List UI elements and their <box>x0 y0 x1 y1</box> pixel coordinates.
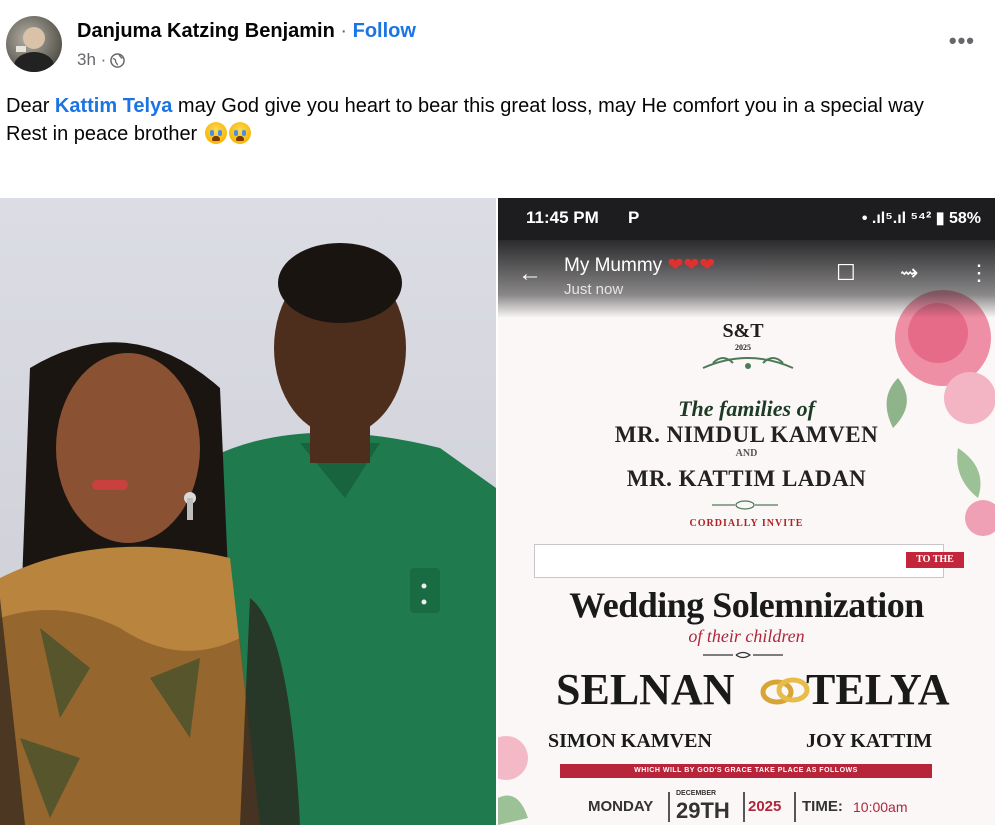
chat-name-text: My Mummy <box>564 255 663 276</box>
family-2-name: MR. KATTIM LADAN <box>626 466 867 491</box>
chat-header: ← My Mummy ❤❤❤ Just now ☐ ⇝ ⋮ <box>498 240 995 318</box>
follows-banner: WHICH WILL BY GOD'S GRACE TAKE PLACE AS … <box>560 764 932 778</box>
event-title: Wedding Solemnization <box>569 585 924 625</box>
bride-name: JOY KATTIM <box>806 730 933 752</box>
post-header: Danjuma Katzing Benjamin · Follow 3h · •… <box>0 0 995 90</box>
couple-photo-illustration <box>0 243 496 825</box>
author-name[interactable]: Danjuma Katzing Benjamin <box>77 20 335 42</box>
post-meta: 3h · <box>77 50 126 70</box>
invitation-screenshot[interactable]: 11:45 PM P • .ıl⁵.ıl ⁵⁴² ▮ 58% ← My Mumm… <box>498 198 995 825</box>
back-arrow-icon[interactable]: ← <box>518 260 542 288</box>
bookmark-icon[interactable]: ☐ <box>836 260 856 286</box>
globe-icon <box>110 52 126 68</box>
time-value: 10:00am <box>853 799 908 815</box>
menu-icon[interactable]: ⋮ <box>968 260 990 286</box>
forward-icon[interactable]: ⇝ <box>900 260 918 286</box>
post-text: Dear Kattim Telya may God give you heart… <box>6 92 986 148</box>
crying-emoji-icon <box>204 122 227 144</box>
post-paragraph-1: Dear Kattim Telya may God give you heart… <box>6 92 986 120</box>
author-line: Danjuma Katzing Benjamin · Follow <box>77 18 416 44</box>
to-the-label: TO THE <box>906 552 964 568</box>
flourish-icon <box>703 651 783 659</box>
follow-link[interactable]: Follow <box>353 20 416 42</box>
wedding-rings-icon <box>760 677 810 705</box>
divider <box>668 792 670 822</box>
post-time[interactable]: 3h · <box>77 50 106 70</box>
signal-battery-indicators: • .ıl⁵.ıl ⁵⁴² ▮ 58% <box>861 210 981 227</box>
monogram-text: S&T <box>722 320 764 342</box>
text-before-mention: Dear <box>6 95 55 117</box>
groom-name: SIMON KAMVEN <box>548 730 712 752</box>
monogram: S&T 2025 <box>703 320 783 352</box>
event-month: DECEMBER <box>676 790 717 797</box>
surname-2: TELYA <box>806 665 950 714</box>
divider <box>743 792 745 822</box>
chat-status: Just now <box>564 281 624 298</box>
and-text: AND <box>735 448 758 459</box>
divider-ornament-icon <box>712 500 778 510</box>
crying-emoji-icon <box>228 122 251 144</box>
family-1-name: MR. NIMDUL KAMVEN <box>614 422 879 447</box>
event-date: 29TH <box>676 798 730 823</box>
of-their-children-text: of their children <box>688 626 805 646</box>
invitation-name-box <box>534 544 944 578</box>
time-label: TIME: <box>802 798 843 815</box>
mention-link[interactable]: Kattim Telya <box>55 95 172 117</box>
separator: · <box>340 20 348 42</box>
more-options-icon[interactable]: ••• <box>949 28 975 54</box>
author-avatar[interactable] <box>6 16 62 72</box>
post-paragraph-2: Rest in peace brother <box>6 120 986 148</box>
families-of-text: The families of <box>678 396 815 421</box>
event-day: MONDAY <box>588 798 654 815</box>
divider <box>794 792 796 822</box>
surname-1: SELNAN <box>556 665 735 714</box>
monogram-year: 2025 <box>735 343 751 352</box>
chat-name[interactable]: My Mummy ❤❤❤ <box>564 254 715 277</box>
app-notification-icon: P <box>628 208 640 227</box>
phone-time: 11:45 PM <box>526 208 599 227</box>
event-date-line: MONDAY DECEMBER 29TH 2025 TIME: 10:00am <box>588 788 948 825</box>
event-year: 2025 <box>748 798 782 815</box>
couple-photo[interactable] <box>0 198 496 825</box>
photo-grid: 11:45 PM P • .ıl⁵.ıl ⁵⁴² ▮ 58% ← My Mumm… <box>0 198 995 825</box>
invitation-card: S&T 2025 The families of MR. NIMDUL KAMVE… <box>498 318 995 825</box>
rest-in-peace-text: Rest in peace brother <box>6 123 198 145</box>
text-after-mention: may God give you heart to bear this grea… <box>172 95 924 117</box>
phone-status-bar: 11:45 PM P • .ıl⁵.ıl ⁵⁴² ▮ 58% <box>498 198 995 240</box>
cordially-invite-text: CORDIALLY INVITE <box>689 518 804 529</box>
hearts-icon: ❤❤❤ <box>667 255 716 276</box>
